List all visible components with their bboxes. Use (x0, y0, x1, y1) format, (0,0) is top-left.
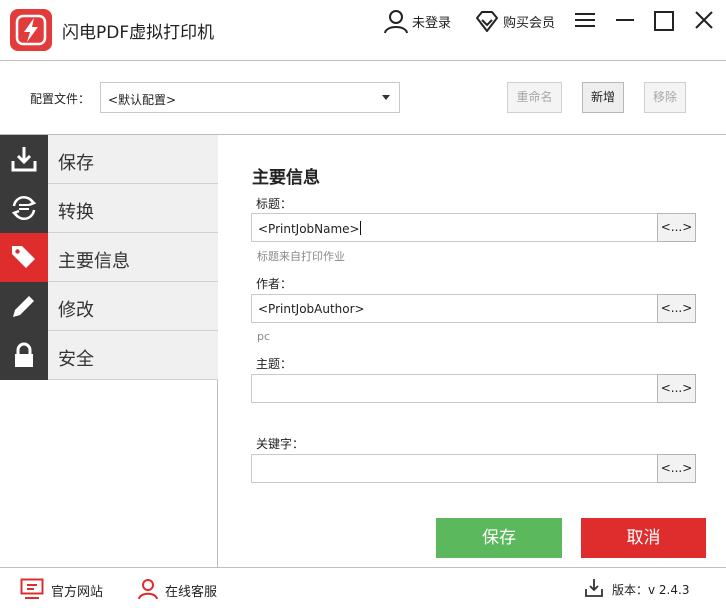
sidebar-item-label: 保存 (58, 153, 94, 174)
author-hint: pc (257, 330, 271, 343)
title-token-button[interactable]: <...> (657, 213, 696, 242)
sidebar-item-label: 安全 (58, 349, 94, 370)
remove-config-button[interactable]: 移除 (644, 82, 686, 113)
convert-icon (11, 196, 37, 220)
login-link[interactable]: 未登录 (412, 12, 451, 31)
title-hint: 标题来自打印作业 (257, 250, 345, 263)
diamond-icon[interactable] (474, 8, 500, 38)
customer-service-icon[interactable] (137, 578, 159, 604)
app-logo (10, 9, 52, 51)
rename-button[interactable]: 重命名 (507, 82, 562, 113)
author-token-button[interactable]: <...> (657, 294, 696, 323)
divider (0, 60, 726, 61)
sidebar-item-convert[interactable]: 转换 (0, 184, 218, 233)
sidebar-item-label: 主要信息 (58, 251, 130, 272)
save-button[interactable]: 保存 (436, 518, 562, 558)
sidebar: 保存 转换 主要信息 修改 安全 (0, 135, 218, 567)
subject-label: 主题： (256, 357, 293, 371)
keywords-field[interactable] (251, 454, 658, 483)
version-label: 版本：v 2.4.3 (612, 583, 690, 597)
subject-token-button[interactable]: <...> (657, 374, 696, 403)
section-title: 主要信息 (252, 168, 320, 188)
online-service-link[interactable]: 在线客服 (165, 581, 217, 600)
config-select[interactable]: <默认配置> (100, 82, 400, 113)
title-label: 标题： (256, 197, 293, 211)
title-field[interactable]: <PrintJobName> (251, 213, 658, 242)
app-title: 闪电PDF虚拟打印机 (62, 23, 215, 43)
cancel-button[interactable]: 取消 (581, 518, 706, 558)
monitor-icon[interactable] (20, 578, 44, 604)
lock-icon (15, 342, 33, 367)
author-field-value: <PrintJobAuthor> (258, 302, 365, 316)
config-selected-value: <默认配置> (108, 93, 177, 107)
sidebar-item-modify[interactable]: 修改 (0, 282, 218, 331)
buy-vip-link[interactable]: 购买会员 (503, 12, 555, 31)
config-label: 配置文件： (30, 92, 91, 106)
title-bar: 闪电PDF虚拟打印机 未登录 购买会员 (0, 0, 726, 60)
menu-icon[interactable] (574, 10, 596, 34)
pencil-icon (13, 296, 34, 317)
close-icon[interactable] (694, 10, 714, 34)
download-update-icon[interactable] (584, 578, 604, 602)
tags-icon (12, 246, 35, 268)
sidebar-item-save[interactable]: 保存 (0, 135, 218, 184)
author-label: 作者： (256, 277, 293, 291)
author-field[interactable]: <PrintJobAuthor> (251, 294, 658, 323)
subject-field[interactable] (251, 374, 658, 403)
download-icon (11, 147, 37, 172)
official-website-link[interactable]: 官方网站 (51, 581, 103, 600)
minimize-icon[interactable] (615, 10, 635, 34)
add-config-button[interactable]: 新增 (582, 82, 624, 113)
sidebar-item-label: 转换 (58, 202, 94, 223)
sidebar-item-security[interactable]: 安全 (0, 331, 218, 380)
text-caret (359, 221, 361, 235)
chevron-down-icon (382, 95, 390, 100)
maximize-icon[interactable] (653, 10, 675, 36)
user-icon[interactable] (383, 8, 409, 38)
sidebar-item-label: 修改 (58, 300, 94, 321)
keywords-label: 关键字： (256, 437, 305, 451)
footer: 官方网站 在线客服 版本：v 2.4.3 (0, 568, 726, 608)
sidebar-item-main-info[interactable]: 主要信息 (0, 233, 218, 282)
keywords-token-button[interactable]: <...> (657, 454, 696, 483)
title-field-value: <PrintJobName> (258, 222, 360, 236)
